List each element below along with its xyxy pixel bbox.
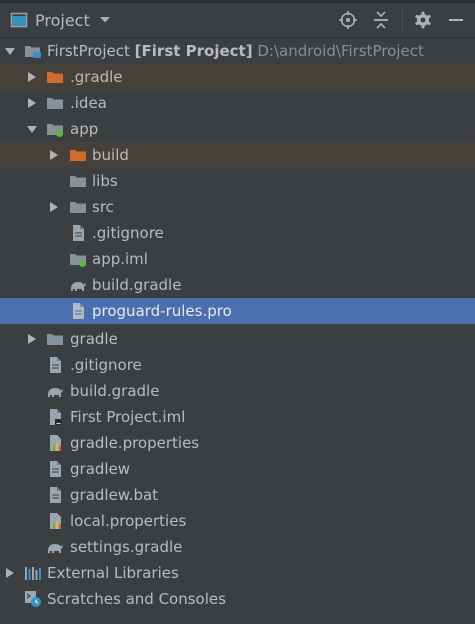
collapsed-arrow-icon[interactable] xyxy=(48,201,60,213)
properties-icon xyxy=(46,512,64,530)
tree-row-app-build-gradle[interactable]: build.gradle xyxy=(0,272,475,298)
project-path: D:\android\FirstProject xyxy=(257,42,424,60)
tree-row-label: settings.gradle xyxy=(70,538,183,556)
tree-row-libs[interactable]: libs xyxy=(0,168,475,194)
tree-row-label: First Project.iml xyxy=(70,408,186,426)
tree-row-label: local.properties xyxy=(70,512,187,530)
gradle-elephant-icon xyxy=(46,382,64,400)
tree-row-app[interactable]: app xyxy=(0,116,475,142)
target-icon[interactable] xyxy=(335,7,361,33)
tree-row-gradle[interactable]: gradle xyxy=(0,326,475,352)
file-icon xyxy=(46,460,64,478)
tree-row-app-gitignore[interactable]: .gitignore xyxy=(0,220,475,246)
tree-row-label: gradlew.bat xyxy=(70,486,159,504)
module-file-icon xyxy=(69,250,87,268)
project-view-icon xyxy=(10,11,28,29)
tree-row-src[interactable]: src xyxy=(0,194,475,220)
collapsed-arrow-icon[interactable] xyxy=(26,71,38,83)
collapsed-arrow-icon[interactable] xyxy=(26,97,38,109)
tree-row-label: .gitignore xyxy=(70,356,142,374)
libraries-icon xyxy=(24,564,42,582)
tree-row-label: Scratches and Consoles xyxy=(47,590,226,608)
view-selector-label[interactable]: Project xyxy=(35,11,90,30)
tree-row-proguard-rules[interactable]: proguard-rules.pro xyxy=(0,298,475,324)
tree-row-label: app.iml xyxy=(92,250,148,268)
tree-row-label: build.gradle xyxy=(70,382,160,400)
chevron-down-icon[interactable] xyxy=(99,16,111,24)
tree-row-app-iml[interactable]: app.iml xyxy=(0,246,475,272)
tree-row-gradle-dir[interactable]: .gradle xyxy=(0,64,475,90)
folder-icon xyxy=(46,94,64,112)
file-icon xyxy=(69,224,87,242)
tree-row-label: FirstProject [First Project] D:\android\… xyxy=(47,42,424,60)
tree-row-gradlew[interactable]: gradlew xyxy=(0,456,475,482)
module-folder-icon xyxy=(46,120,64,138)
tree-row-label: libs xyxy=(92,172,118,190)
project-folder-icon xyxy=(24,42,42,60)
scratches-icon xyxy=(24,590,42,608)
tree-row-label: src xyxy=(92,198,114,216)
tree-row-label: app xyxy=(70,120,99,138)
tree-row-root[interactable]: FirstProject [First Project] D:\android\… xyxy=(0,38,475,64)
toolbar-divider xyxy=(402,9,403,31)
tree-row-settings-gradle[interactable]: settings.gradle xyxy=(0,534,475,560)
collapsed-arrow-icon[interactable] xyxy=(4,567,16,579)
minimize-icon[interactable] xyxy=(443,7,469,33)
tree-row-build[interactable]: build xyxy=(0,142,475,168)
tree-row-label: .gitignore xyxy=(92,224,164,242)
folder-orange-icon xyxy=(46,68,64,86)
gear-icon[interactable] xyxy=(410,7,436,33)
tree-row-local-properties[interactable]: local.properties xyxy=(0,508,475,534)
tree-row-label: .idea xyxy=(70,94,107,112)
tree-row-idea[interactable]: .idea xyxy=(0,90,475,116)
tree-row-external-libraries[interactable]: External Libraries xyxy=(0,560,475,586)
tree-row-gitignore[interactable]: .gitignore xyxy=(0,352,475,378)
project-header: Project xyxy=(0,3,475,38)
tree-row-label: .gradle xyxy=(70,68,123,86)
expanded-arrow-icon[interactable] xyxy=(4,45,16,57)
tree-row-label: External Libraries xyxy=(47,564,179,582)
file-icon xyxy=(46,356,64,374)
expanded-arrow-icon[interactable] xyxy=(26,123,38,135)
gradle-elephant-icon xyxy=(46,538,64,556)
header-toolbar xyxy=(328,3,475,37)
file-icon xyxy=(46,486,64,504)
tree-row-label: gradlew xyxy=(70,460,131,478)
collapsed-arrow-icon[interactable] xyxy=(48,149,60,161)
tree-row-label: gradle.properties xyxy=(70,434,200,452)
tree-row-build-gradle[interactable]: build.gradle xyxy=(0,378,475,404)
tree-row-first-project-iml[interactable]: First Project.iml xyxy=(0,404,475,430)
tree-row-label: proguard-rules.pro xyxy=(92,302,232,320)
tree-row-gradlew-bat[interactable]: gradlew.bat xyxy=(0,482,475,508)
project-tool-window: Project FirstProject [First Project] D:\… xyxy=(0,0,475,624)
tree-row-scratches[interactable]: Scratches and Consoles xyxy=(0,586,475,612)
iml-file-icon xyxy=(46,408,64,426)
folder-orange-icon xyxy=(69,146,87,164)
tree-row-label: build.gradle xyxy=(92,276,182,294)
folder-icon xyxy=(69,172,87,190)
properties-icon xyxy=(46,434,64,452)
project-name: FirstProject xyxy=(47,42,130,60)
folder-icon xyxy=(69,198,87,216)
file-icon xyxy=(69,302,87,320)
gradle-elephant-icon xyxy=(69,276,87,294)
tree-row-label: gradle xyxy=(70,330,118,348)
tree-row-gradle-properties[interactable]: gradle.properties xyxy=(0,430,475,456)
collapsed-arrow-icon[interactable] xyxy=(26,333,38,345)
project-module-name: [First Project] xyxy=(134,42,253,60)
tree-row-label: build xyxy=(92,146,129,164)
collapse-all-icon[interactable] xyxy=(368,7,394,33)
folder-icon xyxy=(46,330,64,348)
